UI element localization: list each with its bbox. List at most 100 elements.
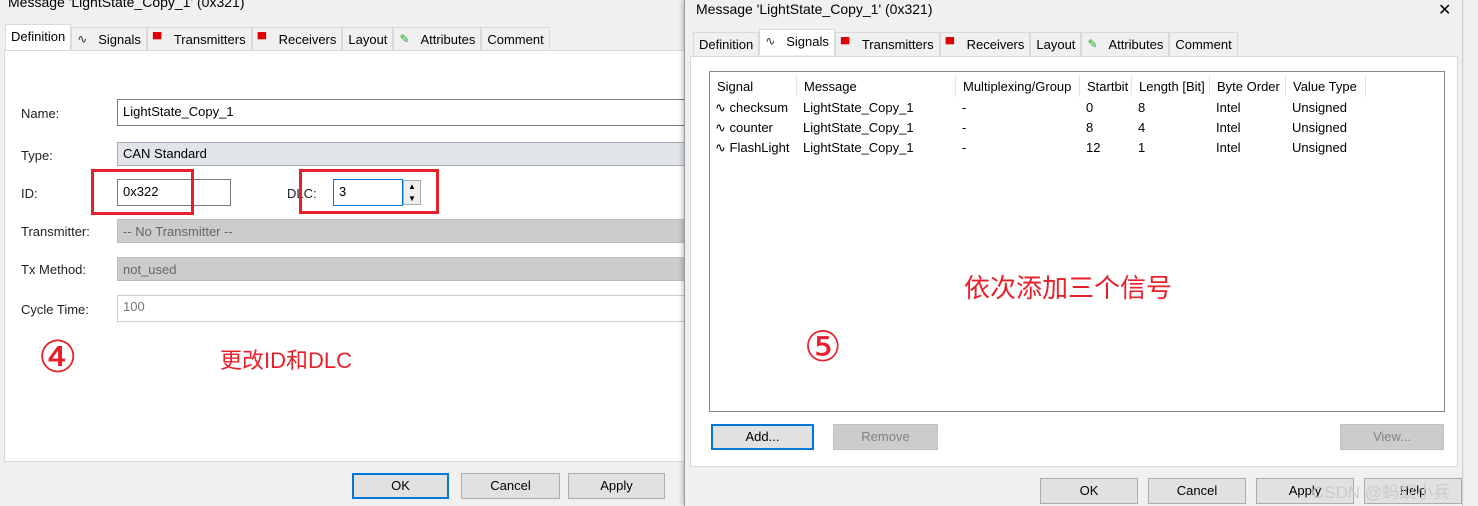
signal-wave-icon: ∿ [715,120,730,135]
table-cell: LightState_Copy_1 [803,100,914,115]
tab-transmitters[interactable]: ▀ Transmitters [834,32,940,56]
annotation-box-id [91,169,194,215]
table-cell-wrap: ∿ counter [715,120,773,136]
type-select[interactable]: CAN Standard [117,142,697,166]
transmitter-select[interactable]: -- No Transmitter -- [117,219,697,243]
table-cell: counter [729,120,773,135]
tab-definition[interactable]: Definition [693,32,760,56]
annotation-text-left: 更改ID和DLC [220,348,353,373]
cancel-button[interactable]: Cancel [461,473,560,499]
annotation-text-right: 依次添加三个信号 [964,273,1173,303]
table-cell-wrap: 1 [1138,140,1145,155]
tab-signals[interactable]: ∿ Signals [71,27,147,51]
tab-transmitters[interactable]: ▀ Transmitters [146,27,252,51]
remove-signal-button[interactable]: Remove [833,424,938,450]
table-cell-wrap: Intel [1216,120,1241,135]
tab-attributes[interactable]: ✎ Attributes [1081,32,1170,56]
tab-signals[interactable]: ∿ Signals [759,29,835,55]
tab-label: Receivers [966,37,1025,52]
table-cell: 4 [1138,120,1146,135]
column-header[interactable]: Startbit [1080,75,1132,97]
table-cell-wrap: LightState_Copy_1 [803,140,914,155]
column-header[interactable]: Multiplexing/Group [956,75,1080,97]
name-label: Name: [21,106,60,121]
table-cell-wrap: - [962,120,966,135]
table-cell: Intel [1216,120,1241,135]
table-cell: 0 [1086,100,1094,115]
table-cell: LightState_Copy_1 [803,120,914,135]
tab-label: Layout [348,32,388,47]
table-cell-wrap: 8 [1086,120,1093,135]
column-header[interactable]: Byte Order [1210,75,1286,97]
table-cell: - [962,100,967,115]
table-cell-wrap: LightState_Copy_1 [803,120,914,135]
table-cell: LightState_Copy_1 [803,140,914,155]
table-cell-wrap: Intel [1216,140,1241,155]
table-row[interactable]: ∿ checksum LightState_Copy_1 - 0 8 Intel Unsig… [710,100,1444,120]
signal-wave-icon: ∿ [715,100,730,115]
tab-comment[interactable]: Comment [481,27,550,51]
table-cell-wrap: Unsigned [1292,120,1347,135]
cancel-button[interactable]: Cancel [1148,478,1246,504]
cycletime-label: Cycle Time: [21,302,89,317]
cycletime-input[interactable]: 100 [117,295,697,322]
table-cell: 1 [1138,140,1146,155]
close-icon[interactable]: ✕ [1438,0,1451,20]
tab-label: Receivers [278,32,337,47]
watermark: CSDN @蚂蚁小兵 [1312,483,1451,502]
table-cell: Intel [1216,140,1241,155]
tab-label: Comment [1175,37,1232,52]
table-cell: 8 [1138,100,1146,115]
annotation-step-4: ④ [38,332,78,383]
tab-receivers[interactable]: ▀ Receivers [251,27,343,51]
tab-label: Attributes [420,32,476,47]
ok-button[interactable]: OK [1040,478,1138,504]
table-cell: Unsigned [1292,120,1347,135]
table-cell-wrap: LightState_Copy_1 [803,100,914,115]
tab-receivers[interactable]: ▀ Receivers [939,32,1031,56]
column-header[interactable]: Signal [710,75,797,97]
table-cell-wrap: 8 [1138,100,1145,115]
tab-attributes[interactable]: ✎ Attributes [393,27,482,51]
table-row[interactable]: ∿ counter LightState_Copy_1 - 8 4 Intel Unsign… [710,120,1444,140]
signal-wave-icon: ∿ [715,140,730,155]
apply-button[interactable]: Apply [568,473,665,499]
left-dialog-title: Message 'LightState_Copy_1' (0x321) [8,0,245,10]
annotation-box-dlc [299,169,439,214]
tab-definition[interactable]: Definition [5,24,72,50]
table-cell-wrap: Unsigned [1292,100,1347,115]
table-cell-wrap: Unsigned [1292,140,1347,155]
view-signal-button[interactable]: View... [1340,424,1444,450]
left-tabs: Definition ∿ Signals ▀ Transmitters ▀ Recei… [5,24,550,51]
tab-layout[interactable]: Layout [1030,32,1082,56]
table-cell: 8 [1086,120,1094,135]
table-cell-wrap: 0 [1086,100,1093,115]
signal-wave-icon: ∿ [77,32,88,46]
add-signal-button[interactable]: Add... [711,424,814,450]
column-header[interactable]: Length [Bit] [1132,75,1210,97]
table-cell: Unsigned [1292,100,1347,115]
column-header[interactable]: Message [797,75,956,97]
tab-comment[interactable]: Comment [1169,32,1238,56]
ok-button[interactable]: OK [352,473,449,499]
tab-layout[interactable]: Layout [342,27,394,51]
txmethod-select[interactable]: not_used [117,257,697,281]
tab-label: Signals [786,34,829,49]
table-row[interactable]: ∿ FlashLight LightState_Copy_1 - 12 1 Intel Un… [710,140,1444,160]
tab-label: Transmitters [173,32,246,47]
table-cell-wrap: 4 [1138,120,1145,135]
table-cell: Intel [1216,100,1241,115]
type-label: Type: [21,148,53,163]
transmitter-label: Transmitter: [21,224,90,239]
table-cell-wrap: ∿ FlashLight [715,140,790,156]
transmitter-icon: ▀ [152,32,162,46]
table-cell-wrap: ∿ checksum [715,100,788,116]
table-cell-wrap: Intel [1216,100,1241,115]
table-cell: Unsigned [1292,140,1347,155]
tab-label: Comment [487,32,544,47]
table-cell-wrap: - [962,100,966,115]
column-header[interactable]: Value Type [1286,75,1366,97]
id-label: ID: [21,186,38,201]
name-input[interactable]: LightState_Copy_1 [117,99,697,126]
txmethod-label: Tx Method: [21,262,87,277]
